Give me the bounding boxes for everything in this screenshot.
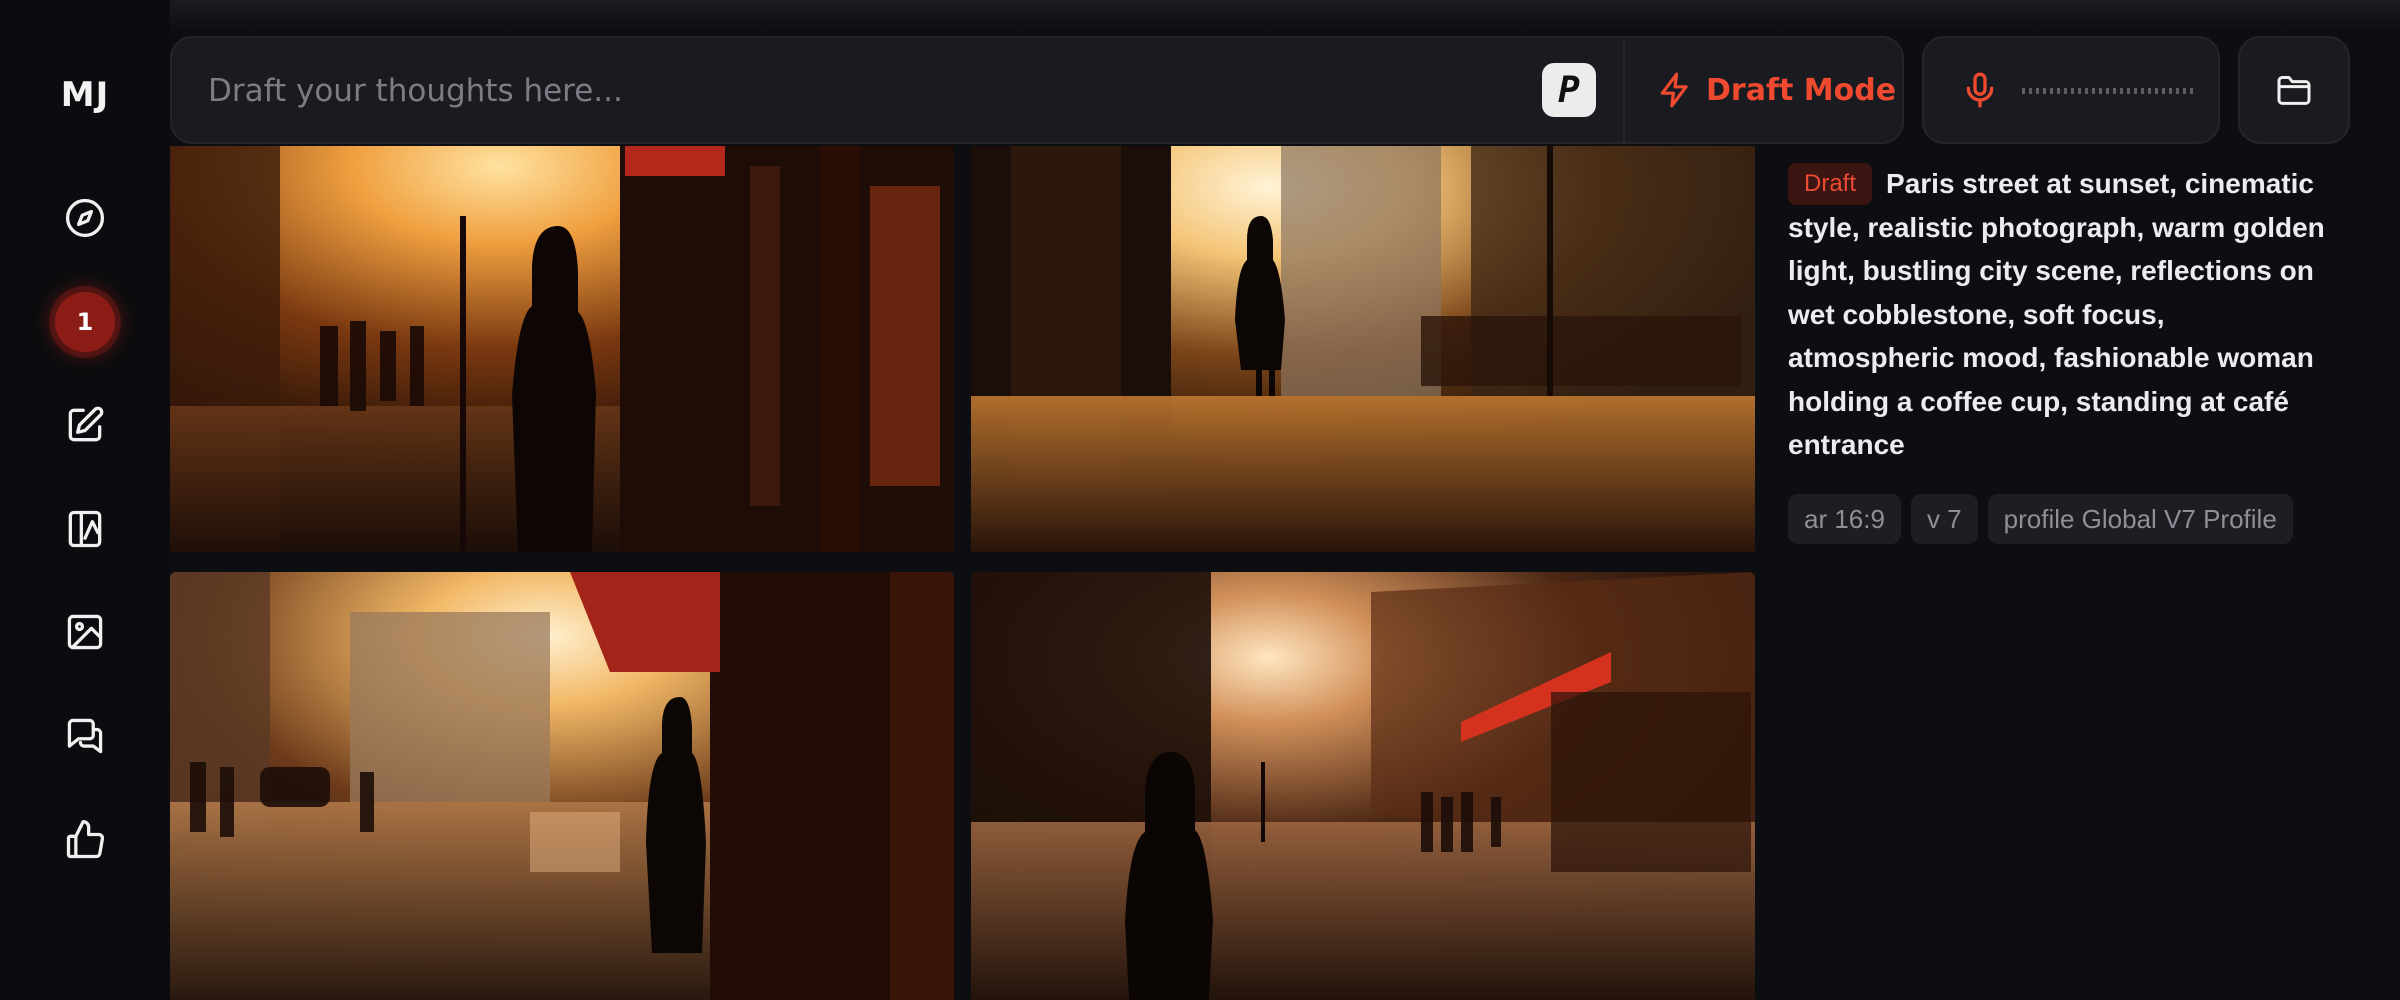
generated-image-1[interactable] [170, 146, 954, 552]
sidebar-item-chat[interactable] [55, 706, 115, 766]
sidebar-item-explore[interactable] [55, 188, 115, 248]
lightning-icon [1660, 72, 1688, 108]
edit-icon [68, 406, 104, 442]
personalize-button[interactable]: P [1542, 63, 1596, 117]
param-profile[interactable]: profile Global V7 Profile [1987, 494, 2293, 544]
compass-icon [65, 198, 105, 238]
draft-tag: Draft [1788, 163, 1873, 205]
sidebar-item-organize[interactable] [55, 499, 115, 559]
top-glow [0, 0, 2400, 30]
notification-badge[interactable]: 1 [55, 292, 115, 352]
organize-icon [68, 510, 102, 548]
generated-image-4[interactable] [971, 572, 1755, 1000]
voice-input[interactable] [1922, 36, 2220, 144]
microphone-icon [1966, 72, 1994, 108]
prompt-input[interactable] [206, 38, 1510, 144]
draft-mode-label: Draft Mode [1706, 72, 1897, 108]
prompt-params: ar 16:9 v 7 profile Global V7 Profile [1788, 494, 2293, 544]
draft-mode-button[interactable]: Draft Mode [1656, 38, 1896, 142]
image-icon [67, 614, 103, 650]
prompt-text-block: Draft Paris street at sunset, cinematic s… [1788, 162, 2328, 467]
param-aspect-ratio[interactable]: ar 16:9 [1788, 494, 1901, 544]
prompt-text[interactable]: Paris street at sunset, cinematic style,… [1788, 168, 2325, 460]
thumbs-up-icon [66, 820, 105, 859]
sidebar: MJ 1 [0, 0, 170, 1000]
generated-image-2[interactable] [971, 146, 1755, 552]
prompt-details: Draft Paris street at sunset, cinematic s… [1788, 162, 2328, 467]
folder-icon [2277, 76, 2311, 105]
folder-button[interactable] [2238, 36, 2350, 144]
prompt-bar: P Draft Mode [170, 36, 1904, 144]
sidebar-item-rate[interactable] [55, 810, 115, 870]
chat-icon [67, 718, 103, 754]
sidebar-item-images[interactable] [55, 602, 115, 662]
logo[interactable]: MJ [0, 75, 170, 115]
sidebar-item-create[interactable] [55, 395, 115, 455]
divider [1623, 38, 1625, 142]
audio-waveform [2022, 88, 2194, 94]
generated-image-3[interactable] [170, 572, 954, 1000]
param-version[interactable]: v 7 [1910, 494, 1978, 544]
